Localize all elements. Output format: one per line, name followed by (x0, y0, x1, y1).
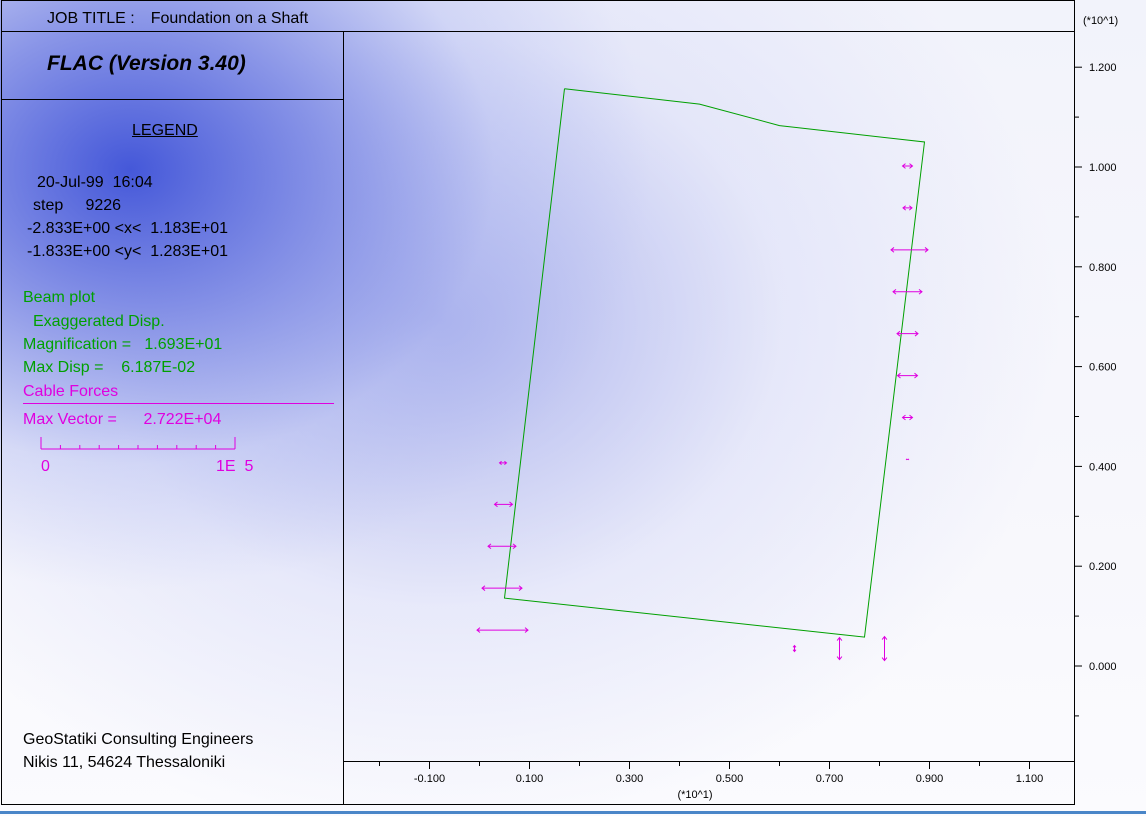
cable-force-vector (892, 288, 923, 295)
x-axis-multiplier: (*10^1) (677, 789, 712, 801)
beam-outline (503, 88, 926, 638)
cable-force-vector (487, 543, 517, 550)
cable-force-vector (902, 205, 913, 211)
cable-force-vector (905, 458, 910, 461)
x-axis-tick-label: -0.100 (414, 773, 445, 785)
y-axis-multiplier: (*10^1) (1083, 15, 1118, 27)
cable-force-vector (896, 372, 919, 379)
y-axis-tick-label: 1.200 (1089, 62, 1117, 74)
y-axis-tick-label: 0.600 (1089, 362, 1117, 374)
y-axis-tick-label: 0.000 (1089, 661, 1117, 673)
cable-force-vector (481, 585, 523, 591)
x-axis-tick-label: 0.500 (716, 773, 744, 785)
x-axis-tick-label: 0.700 (816, 773, 844, 785)
x-axis-tick-label: 1.100 (1016, 773, 1044, 785)
x-axis-tick-label: 0.900 (916, 773, 944, 785)
cable-force-vector (890, 247, 929, 253)
x-axis-tick-label: 0.100 (516, 773, 544, 785)
cable-force-vector (498, 460, 508, 465)
x-axis-tick-label: 0.300 (616, 773, 644, 785)
plot-area: 0.000 0.200 0.400 0.600 0.800 1.000 1.200 (*10^… (379, 15, 1118, 801)
cable-force-vector (901, 163, 914, 169)
y-axis-tick-label: 0.200 (1089, 561, 1117, 573)
cable-force-vector (476, 627, 529, 633)
cable-force-vector (836, 636, 843, 661)
cable-force-vector (792, 644, 797, 653)
y-axis-tick-label: 0.400 (1089, 461, 1117, 473)
cable-force-vector (493, 501, 514, 508)
y-axis-tick-label: 0.800 (1089, 262, 1117, 274)
cable-force-vector (881, 635, 888, 662)
cable-force-vector (896, 330, 919, 337)
y-axis-tick-label: 1.000 (1089, 162, 1117, 174)
cable-force-vector (901, 414, 914, 421)
